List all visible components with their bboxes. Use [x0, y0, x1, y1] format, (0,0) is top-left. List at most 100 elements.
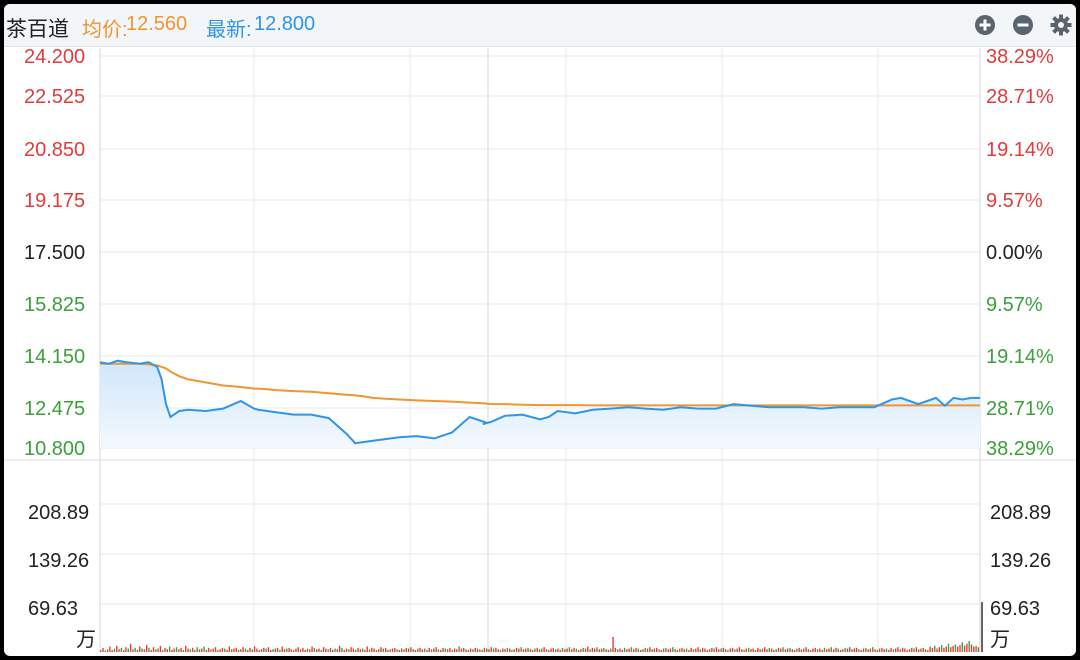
volume-bar [375, 649, 378, 652]
volume-bar [837, 648, 839, 652]
volume-bar [109, 646, 111, 652]
volume-bar [633, 649, 635, 652]
volume-bar [706, 649, 708, 652]
volume-bar [288, 647, 290, 652]
volume-bar [888, 649, 890, 652]
volume-bar [922, 647, 924, 652]
volume-bar [293, 649, 295, 652]
volume-bar [704, 648, 706, 652]
volume-bar [219, 649, 221, 652]
volume-bar [359, 649, 362, 652]
volume-bar [575, 648, 577, 652]
volume-bar [924, 649, 927, 652]
volume-tick-label-left: 139.26 [28, 550, 89, 572]
volume-bar [343, 649, 345, 652]
volume-bar [143, 649, 146, 652]
volume-bar [970, 644, 973, 652]
volume-bar [483, 647, 486, 652]
volume-bar [145, 645, 148, 652]
volume-bar [391, 648, 394, 652]
volume-bar [242, 647, 244, 652]
volume-bar [644, 647, 646, 652]
volume-bar [605, 649, 607, 652]
volume-bar [350, 647, 352, 652]
y-tick-label-right: 38.29% [986, 46, 1054, 68]
volume-bar [440, 649, 442, 652]
volume-bar [869, 648, 872, 652]
volume-bar [582, 647, 584, 652]
volume-bar [616, 649, 619, 652]
volume-bar [322, 647, 325, 652]
volume-bar [773, 649, 775, 652]
volume-bar [508, 648, 511, 652]
volume-bar [451, 649, 453, 652]
volume-bar [977, 647, 980, 652]
volume-bar [612, 636, 614, 652]
y-tick-label-left: 22.525 [24, 86, 85, 108]
volume-bar [281, 646, 283, 652]
volume-bar [623, 647, 626, 652]
volume-bar [876, 649, 878, 652]
volume-bar [348, 649, 350, 652]
volume-bar [240, 649, 242, 652]
volume-bar [713, 648, 715, 652]
y-tick-label-right: 19.14% [986, 346, 1054, 368]
volume-bar [688, 649, 690, 652]
volume-bar [649, 647, 651, 652]
volume-bar [920, 648, 922, 652]
volume-bar [274, 648, 276, 652]
volume-bar [665, 647, 667, 652]
volume-bar [793, 649, 796, 652]
volume-bar [481, 649, 483, 652]
volume-bar [407, 648, 410, 652]
volume-bar [768, 647, 770, 652]
volume-bar [791, 649, 793, 652]
volume-bar [911, 647, 913, 652]
volume-bar [495, 647, 497, 652]
volume-bar [803, 648, 805, 652]
volume-bar [467, 649, 469, 652]
volume-bar [327, 649, 329, 652]
volume-bar [552, 647, 555, 652]
volume-bar [858, 649, 860, 652]
volume-bar [901, 647, 904, 652]
volume-bar [957, 646, 959, 652]
volume-bar [405, 647, 407, 652]
volume-bar [672, 647, 674, 652]
volume-bar [180, 647, 182, 652]
volume-bar [214, 647, 217, 652]
volume-bar [692, 649, 695, 652]
volume-bar [127, 648, 129, 652]
volume-bar [412, 649, 414, 652]
volume-bar [750, 649, 752, 652]
volume-bar [134, 647, 136, 652]
volume-bar [325, 648, 327, 652]
volume-bar [456, 649, 458, 652]
volume-bar [566, 648, 568, 652]
volume-bar [881, 647, 883, 652]
volume-bar [191, 647, 194, 652]
volume-bar [917, 649, 920, 652]
volume-bar [182, 649, 185, 652]
volume-bar [959, 645, 961, 652]
volume-bar [945, 646, 947, 652]
volume-bar [511, 649, 513, 652]
volume-bar [217, 649, 219, 652]
volume-bar [639, 649, 642, 652]
volume-bar [253, 646, 256, 652]
volume-bar [230, 649, 233, 652]
volume-bar [816, 649, 819, 652]
volume-bar [421, 649, 424, 652]
volume-bar [306, 648, 309, 652]
volume-bar [426, 649, 428, 652]
volume-bar [865, 647, 867, 652]
volume-bar [226, 649, 228, 652]
volume-bar [789, 647, 791, 652]
volume-bar [630, 647, 633, 652]
volume-bar [488, 649, 490, 652]
volume-bar [800, 649, 803, 652]
volume-bar [341, 647, 343, 652]
volume-bar [111, 649, 113, 652]
volume-bar [476, 648, 479, 652]
volume-bar [486, 648, 488, 652]
